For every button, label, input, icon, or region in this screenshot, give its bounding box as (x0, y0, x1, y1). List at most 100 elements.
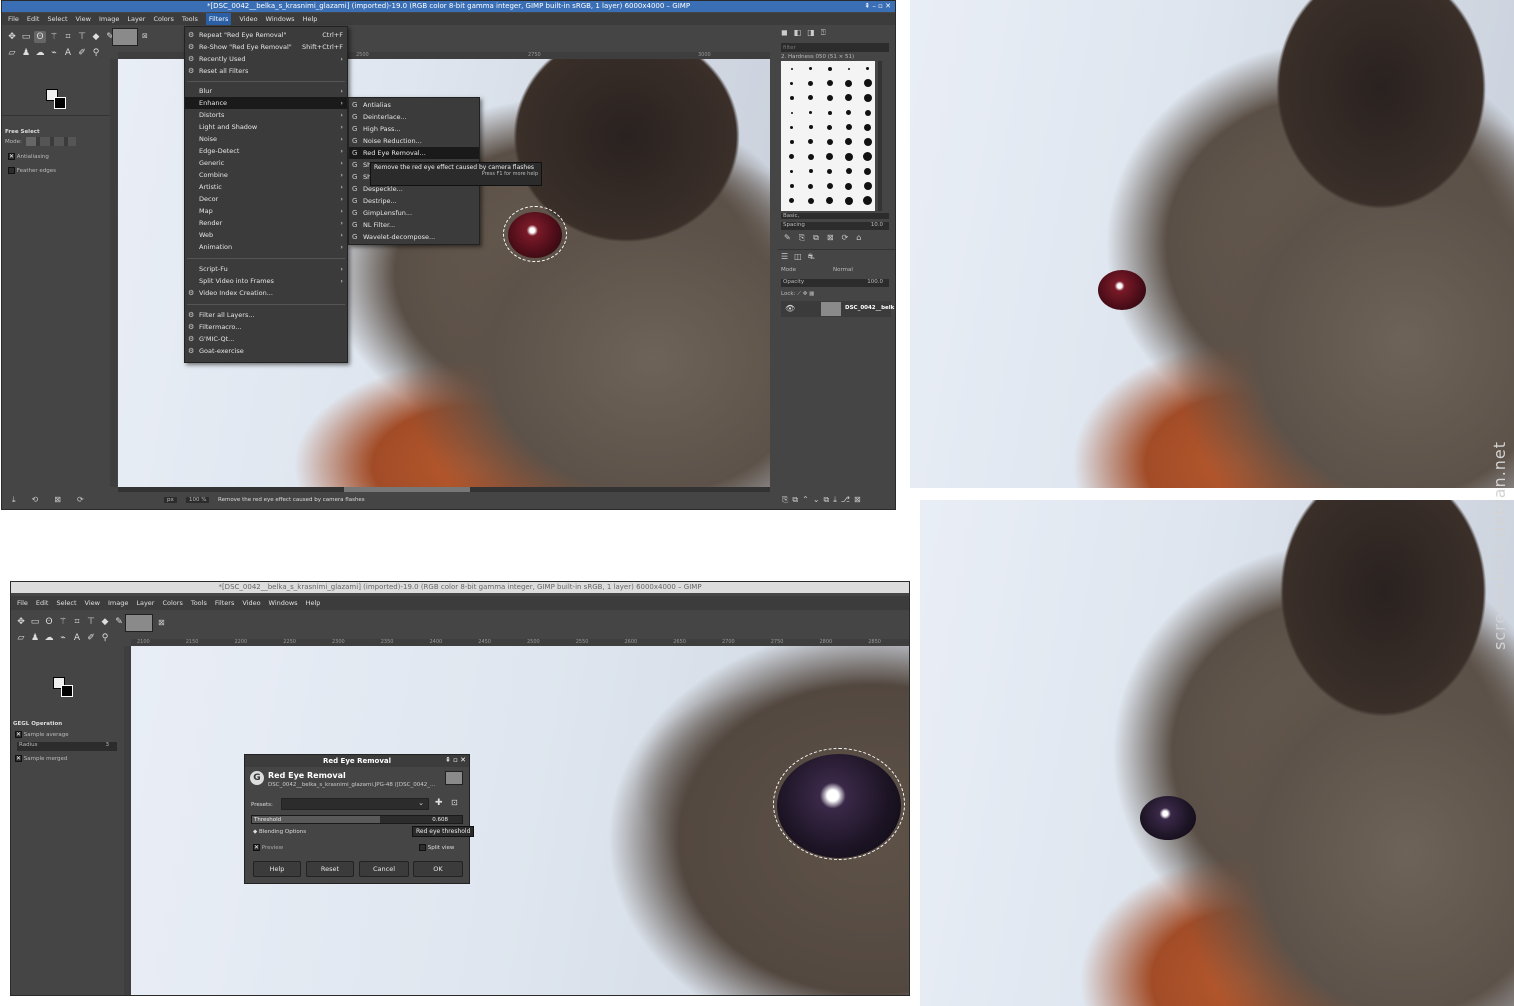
horizontal-scrollbar[interactable] (118, 487, 770, 492)
enhance-item-0[interactable]: G Antialias (349, 99, 479, 111)
filters-menu-item-noise[interactable]: Noise › (185, 133, 347, 145)
filters-menu-item[interactable]: ⚙ Goat-exercise (185, 345, 347, 357)
filters-menu-item[interactable]: ⚙ Re-Show "Red Eye Removal" Shift+Ctrl+F (185, 41, 347, 53)
paintbrush-icon[interactable]: ✎ (113, 616, 125, 628)
reset-button[interactable]: Reset (306, 861, 354, 877)
menu-video[interactable]: Video (242, 596, 260, 610)
brush-swatch[interactable] (859, 78, 876, 89)
brush-swatch[interactable] (859, 63, 876, 74)
brush-swatch[interactable] (859, 107, 876, 118)
brush-swatch[interactable] (802, 166, 819, 177)
close-tab-icon[interactable]: ⊠ (142, 32, 148, 40)
brush-preset[interactable]: Basic, (781, 213, 889, 219)
enhance-item-10[interactable]: G NL Filter... (349, 219, 479, 231)
filters-menu-item[interactable]: ⚙ Video Index Creation... (185, 287, 347, 299)
brush-swatch[interactable] (840, 151, 857, 162)
brush-swatch[interactable] (821, 78, 838, 89)
smudge-icon[interactable]: ☁ (43, 632, 55, 644)
manage-presets-icon[interactable]: ⊡ (451, 798, 458, 807)
unit-select[interactable]: px (164, 497, 177, 503)
menu-layer[interactable]: Layer (127, 13, 145, 25)
brush-swatch[interactable] (840, 181, 857, 192)
menu-tools[interactable]: Tools (191, 596, 207, 610)
menu-colors[interactable]: Colors (162, 596, 182, 610)
clone-icon[interactable]: ♟ (29, 632, 41, 644)
layer-actions[interactable]: ⎘⧉⌃⌄⧉⤓⎇⊠ (782, 495, 865, 505)
brush-swatch[interactable] (859, 166, 876, 177)
enhance-item-9[interactable]: G GimpLensfun... (349, 207, 479, 219)
enhance-item-3[interactable]: G Noise Reduction... (349, 135, 479, 147)
text-icon[interactable]: A (62, 47, 74, 59)
menu-file[interactable]: File (8, 13, 19, 25)
smudge-icon[interactable]: ☁ (34, 47, 46, 59)
brush-actions[interactable]: ✎⎘⧉⊠⟳⌂ (784, 233, 869, 243)
toolbox-bottom-icons[interactable]: ⤓⟲⊠⟳ (12, 495, 100, 505)
menu-filters[interactable]: Filters (205, 13, 232, 25)
menu-help[interactable]: Help (303, 13, 318, 25)
lasso-icon[interactable]: ʘ (34, 31, 46, 43)
menu-tools[interactable]: Tools (182, 13, 198, 25)
filters-menu-item-distorts[interactable]: Distorts › (185, 109, 347, 121)
sample-average-checkbox[interactable]: ✕ Sample average (15, 731, 69, 738)
brush-swatch[interactable] (859, 195, 876, 206)
eye-visibility-icon[interactable]: 👁 (785, 304, 795, 313)
lasso-icon[interactable]: ʘ (43, 616, 55, 628)
bucket-icon[interactable]: ◆ (99, 616, 111, 628)
brush-swatch[interactable] (783, 78, 800, 89)
filters-menu-item[interactable]: ⚙ Recently Used › (185, 53, 347, 65)
rect-select-icon[interactable]: ▭ (20, 31, 32, 43)
brush-swatch[interactable] (840, 195, 857, 206)
filters-menu-item-map[interactable]: Map › (185, 205, 347, 217)
brush-swatch[interactable] (821, 195, 838, 206)
filters-menu-item-combine[interactable]: Combine › (185, 169, 347, 181)
brush-swatch[interactable] (802, 107, 819, 118)
menu-image[interactable]: Image (108, 596, 128, 610)
text-icon[interactable]: A (71, 632, 83, 644)
brush-swatch[interactable] (783, 166, 800, 177)
zoom-icon[interactable]: ⚲ (90, 47, 102, 59)
brush-swatch[interactable] (821, 181, 838, 192)
brush-swatch[interactable] (859, 136, 876, 147)
eraser-icon[interactable]: ▱ (15, 632, 27, 644)
radius-field[interactable]: Radius 3 (17, 742, 117, 751)
brush-swatch[interactable] (802, 151, 819, 162)
opacity-field[interactable]: Opacity 100.0 (781, 279, 889, 287)
menu-layer[interactable]: Layer (136, 596, 154, 610)
transform-icon[interactable]: ⊤ (76, 31, 88, 43)
brush-swatch[interactable] (840, 136, 857, 147)
spacing-field[interactable]: Spacing 10.0 (781, 222, 889, 230)
brush-swatch[interactable] (840, 92, 857, 103)
brush-swatch[interactable] (802, 195, 819, 206)
path-icon[interactable]: ⌁ (57, 632, 69, 644)
brush-swatch[interactable] (783, 63, 800, 74)
brush-swatch[interactable] (840, 122, 857, 133)
blending-options-toggle[interactable]: ◆ Blending Options (253, 829, 306, 835)
filters-menu-item-render[interactable]: Render › (185, 217, 347, 229)
menu-file[interactable]: File (17, 596, 28, 610)
filters-menu-item-web[interactable]: Web › (185, 229, 347, 241)
filters-menu-item-blur[interactable]: Blur › (185, 85, 347, 97)
fuzzy-select-icon[interactable]: ⚚ (57, 616, 69, 628)
brush-swatch[interactable] (840, 107, 857, 118)
zoom-select[interactable]: 100 % (186, 497, 210, 503)
zoom-icon[interactable]: ⚲ (99, 632, 111, 644)
menu-edit[interactable]: Edit (27, 13, 40, 25)
brush-swatch[interactable] (859, 181, 876, 192)
brush-swatch[interactable] (821, 122, 838, 133)
filters-menu-item-edge-detect[interactable]: Edge-Detect › (185, 145, 347, 157)
crop-icon[interactable]: ⌗ (62, 31, 74, 43)
menu-select[interactable]: Select (56, 596, 76, 610)
dialog-controls[interactable]: ⇞ ▫ ✕ (445, 756, 466, 764)
threshold-slider[interactable]: Threshold 0.608 (251, 815, 463, 824)
enhance-item-1[interactable]: G Deinterlace... (349, 111, 479, 123)
crop-icon[interactable]: ⌗ (71, 616, 83, 628)
filters-menu-item[interactable]: Script-Fu › (185, 263, 347, 275)
menu-windows[interactable]: Windows (269, 596, 298, 610)
menu-video[interactable]: Video (239, 13, 257, 25)
brush-swatch[interactable] (859, 92, 876, 103)
menu-edit[interactable]: Edit (36, 596, 49, 610)
brush-swatch[interactable] (821, 92, 838, 103)
filters-menu-item[interactable]: ⚙ G'MIC-Qt... (185, 333, 347, 345)
brush-grid[interactable] (781, 61, 875, 211)
brush-swatch[interactable] (802, 181, 819, 192)
